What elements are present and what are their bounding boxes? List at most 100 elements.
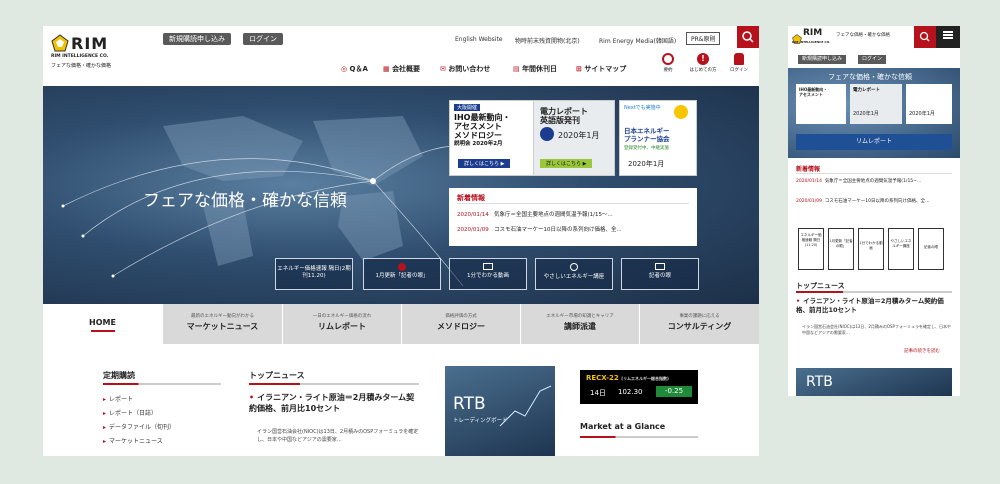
mobile-login-button[interactable]: ログイン [858, 55, 887, 64]
recx-value: 102.30 [618, 388, 643, 396]
menu-home-label: HOME [89, 318, 116, 327]
mobile-tile[interactable]: エネルギー価格速報 隔日(11.20) [798, 228, 824, 270]
mobile-tile[interactable]: 1月更新「記者の眼」 [828, 228, 854, 270]
menu-main: コンサルティング [667, 322, 732, 331]
banner-seminar-line2: アセスメント [454, 122, 502, 131]
mobile-banner-planner-year: 2020年1月 [909, 111, 935, 117]
video-icon [483, 263, 493, 270]
search-button[interactable] [737, 26, 759, 48]
menu-home[interactable]: HOME [43, 304, 163, 344]
recx-ticker[interactable]: RECX-22 (リムエネルギー総合指数) 14日 102.30 -0.25 [580, 370, 698, 404]
banner-power-report[interactable]: 電力レポート 英語版発刊 2020年1月 詳しくはこちら ▶ [533, 100, 615, 176]
mobile-tile[interactable]: 記者の眼 [918, 228, 944, 270]
news-text: コスモ石油マーケー10日以降の系列向け価格、全... [493, 227, 622, 233]
topnews-title: トップニュース [249, 371, 305, 380]
news-item[interactable]: 2020/01/14 気象庁＝全国主要地点の週間気温予報(1/15～... [457, 210, 613, 218]
mobile-logo-icon[interactable] [792, 29, 802, 44]
banner-seminar-line4: 説明会 2020年2月 [454, 141, 503, 147]
logo-icon[interactable] [51, 34, 69, 52]
banner-seminar-button[interactable]: 詳しくはこちら ▶ [458, 159, 511, 168]
topnews-headline[interactable]: • イラニアン・ライト原油＝2月積みターム契約価格、前月比10セント [249, 392, 419, 414]
tile-video[interactable]: 1分でわかる動画 [449, 258, 527, 290]
subscription-title: 定期購読 [103, 371, 135, 380]
nav-qa-label: Q＆A [349, 65, 368, 73]
mobile-rtb-banner[interactable]: RTB [796, 368, 952, 396]
sidebar-item-label: レポート（日誌） [109, 410, 158, 417]
nav-qa[interactable]: ◎ Q＆A [341, 64, 368, 74]
menu-lecturer[interactable]: エネルギー市場の知識とキャリア 講師派遣 [521, 304, 640, 344]
register-button[interactable]: 新規購読申し込み [163, 33, 231, 45]
sidebar-item[interactable]: ▸ レポート [103, 394, 133, 403]
sidebar-item[interactable]: ▸ レポート（日誌） [103, 408, 157, 417]
tile-energy-course[interactable]: やさしいエネルギー講座 [535, 258, 613, 290]
mobile-topnews-title: トップニュース [796, 282, 845, 290]
mobile-tile-label: 1月更新「記者の眼」 [829, 239, 853, 248]
nav-contact[interactable]: ✉ お問い合わせ [440, 64, 490, 74]
mobile-rim-report-button[interactable]: リムレポート [796, 134, 952, 150]
mobile-news-item[interactable]: 2020/01/09 コスモ石油マーケー10日以降の系列向け価格、全... [796, 199, 956, 205]
menu-sub: 最新のエネルギー動向がわかる [191, 314, 254, 319]
sidebar-item-label: レポート [109, 396, 134, 403]
mobile-news-date: 2020/01/14 [796, 179, 822, 184]
mobile-search-button[interactable] [914, 26, 936, 48]
nav-holidays[interactable]: ▤ 年間休刊日 [513, 64, 557, 74]
menu-methodology[interactable]: 価格評価の方式 メソドロジー [402, 304, 521, 344]
nav-beginner[interactable]: ! はじめての方 [689, 53, 717, 73]
mobile-news-item[interactable]: 2020/01/14 気象庁＝全国主要地点の週間気温予報(1/15~... [796, 179, 956, 185]
banner-seminar-line3: メソドロジー [454, 131, 502, 140]
lightbulb-icon [674, 105, 688, 119]
mobile-topnews-headline[interactable]: • イラニアン・ライト原油＝2月積みターム契約価格、前月比10セント [796, 297, 954, 315]
menu-market-news[interactable]: 最新のエネルギー動向がわかる マーケットニュース [163, 304, 283, 344]
search-icon [919, 31, 930, 42]
mobile-news-date: 2020/01/09 [796, 199, 822, 204]
mobile-banner-seminar-line: アセスメント [799, 92, 823, 97]
banner-planner-line2: プランナー協会 [624, 135, 670, 143]
mobile-banner-power[interactable]: 電力レポート 2020年1月 [850, 84, 902, 124]
login-button[interactable]: ログイン [243, 33, 283, 45]
nav-login[interactable]: ログイン [727, 53, 751, 73]
beijing-link[interactable]: 物時前末残資開物(北京) [515, 36, 580, 45]
menu-consulting[interactable]: 事業の課題に応える コンサルティング [640, 304, 759, 344]
banner-planner-year: 2020年1月 [628, 160, 665, 168]
mobile-register-button[interactable]: 新規購読申し込み [798, 55, 847, 64]
tile-reporter-column[interactable]: 記者の眼 [621, 258, 699, 290]
mobile-tile[interactable]: 1分でわかる動画 [858, 228, 884, 270]
korea-link[interactable]: Rim Energy Media(韓国語) [599, 36, 676, 45]
lock-icon [734, 53, 744, 65]
summary-icon [662, 53, 674, 65]
nav-summary[interactable]: 要約 [659, 53, 677, 73]
mobile-menu-button[interactable] [936, 26, 960, 48]
banner-planner-tag: Nextでも実施中 [624, 105, 661, 111]
rtb-banner[interactable]: RTB トレーディングボード [445, 366, 555, 456]
pr-button[interactable]: PR&原則 [686, 32, 721, 45]
sidebar-item[interactable]: ▸ マーケットニュース [103, 436, 163, 445]
tile-price-bulletin[interactable]: エネルギー価格速報 隔日(2期刊11.20) [275, 258, 353, 290]
mobile-banner-planner[interactable]: 2020年1月 [906, 84, 952, 124]
mobile-news-text: 気象庁＝全国主要地点の週間気温予報(1/15~... [824, 179, 922, 184]
mobile-hero-text: フェアな価格・確かな信頼 [828, 73, 912, 81]
sidebar-item[interactable]: ▸ データファイル（旬刊） [103, 422, 175, 431]
mobile-tile-label: 記者の眼 [924, 245, 938, 249]
english-link[interactable]: English Website [455, 36, 503, 43]
tile-reporter-eye[interactable]: 1月更新「記者の眼」 [363, 258, 441, 290]
building-icon: ▦ [383, 65, 393, 73]
banner-planner[interactable]: Nextでも実施中 日本エネルギー プランナー協会 登録受付中、中継実施 202… [619, 100, 697, 176]
reporter-icon [398, 263, 406, 271]
rtb-graph-icon [499, 385, 552, 427]
nav-summary-label: 要約 [663, 68, 673, 73]
nav-company[interactable]: ▦ 会社概要 [383, 64, 420, 74]
mobile-tile[interactable]: やさしいエネルギー講座 [888, 228, 914, 270]
logo-text[interactable]: RIM [71, 34, 108, 53]
banner-power-button[interactable]: 詳しくはこちら ▶ [540, 159, 593, 168]
banner-power-year: 2020年1月 [558, 131, 600, 140]
mobile-banner-seminar[interactable]: IHO最新動向・ アセスメント [796, 84, 846, 124]
news-item[interactable]: 2020/01/09 コスモ石油マーケー10日以降の系列向け価格、全... [457, 225, 622, 233]
mobile-tile-label: エネルギー価格速報 隔日(11.20) [800, 233, 822, 247]
menu-rim-report[interactable]: 一日のエネルギー価格の流れ リムレポート [283, 304, 402, 344]
nav-sitemap[interactable]: ⊞ サイトマップ [576, 64, 626, 74]
mobile-logo-text[interactable]: RIM [803, 28, 822, 38]
topnews-headline-text: イラニアン・ライト原油＝2月積みターム契約価格、前月比10セント [249, 393, 415, 413]
mobile-read-more-link[interactable]: 記事の続きを読む [904, 348, 940, 354]
news-date: 2020/01/09 [457, 227, 489, 233]
nav-sitemap-label: サイトマップ [584, 65, 627, 73]
